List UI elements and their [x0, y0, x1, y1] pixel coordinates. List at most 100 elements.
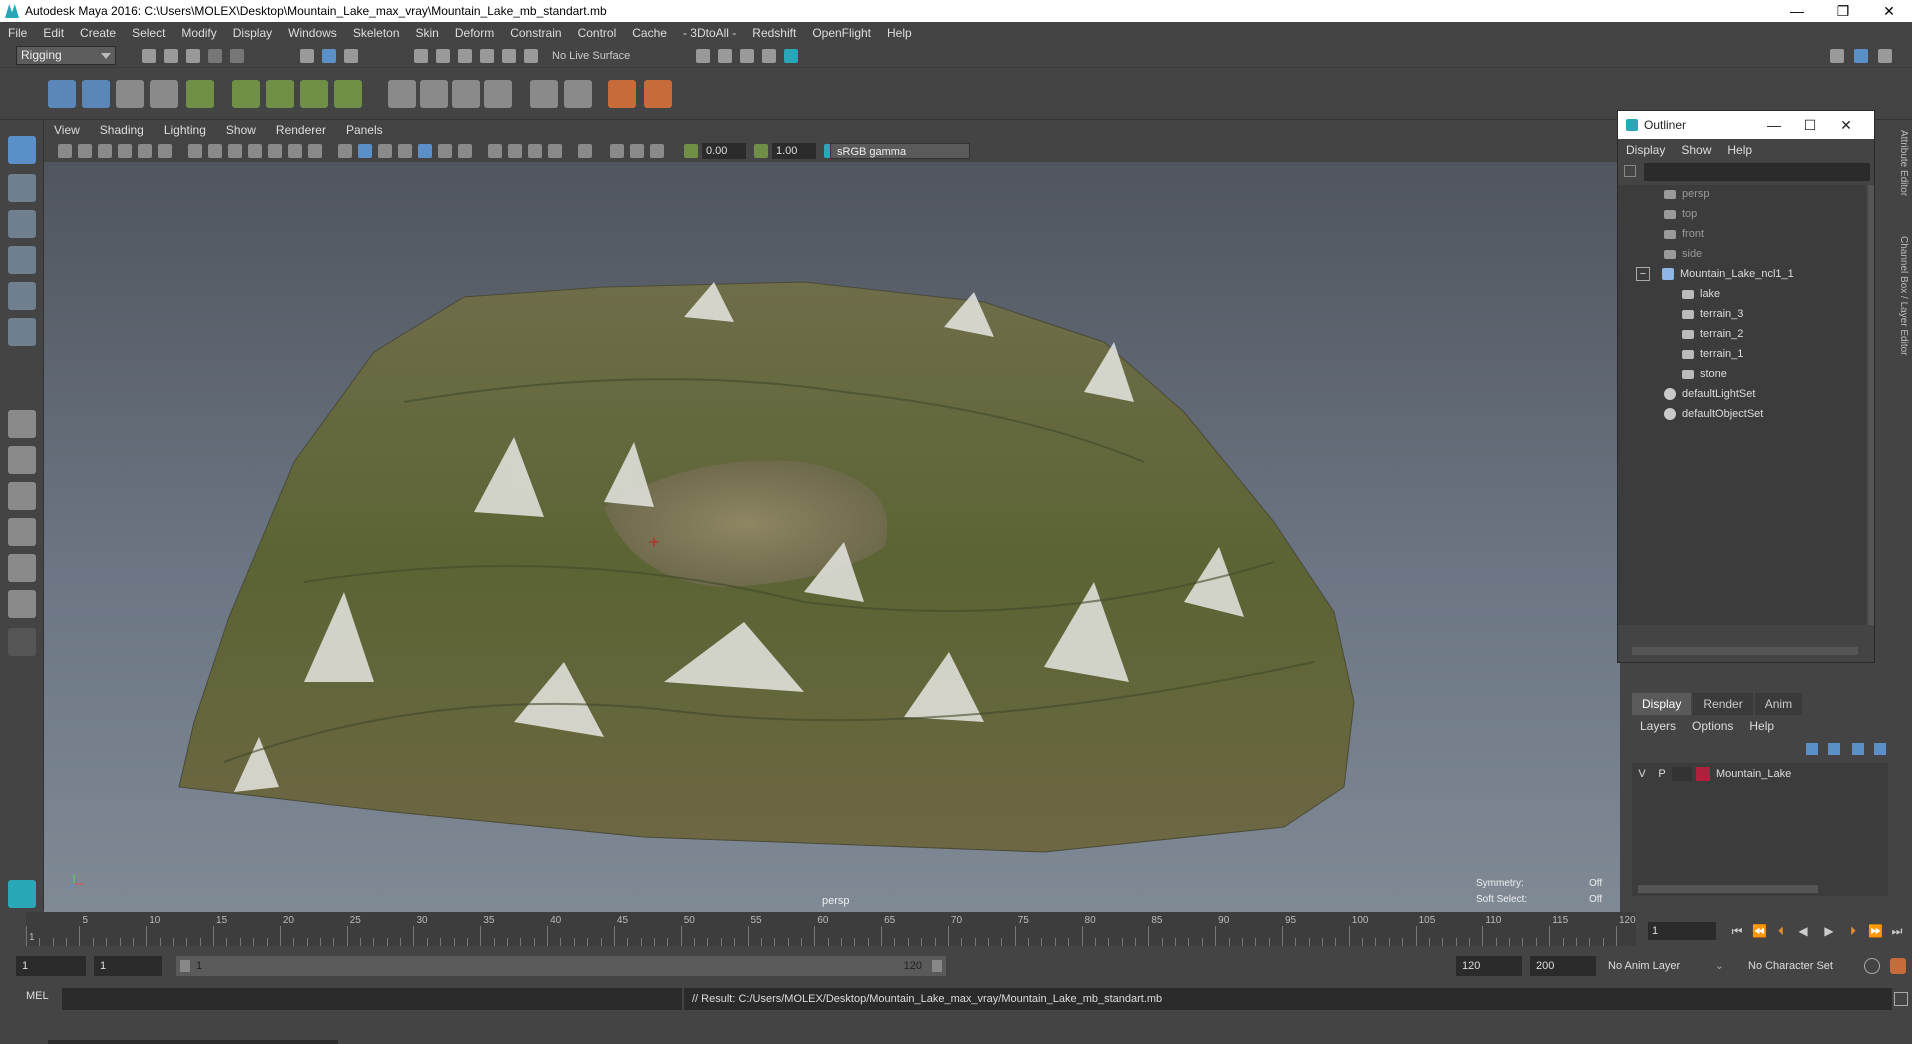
channel-box-toggle-icon[interactable] [1854, 49, 1868, 63]
3d-viewport[interactable]: persp Symmetry: Off Soft Select: Off [44, 162, 1620, 912]
layout-menu-icon[interactable] [8, 628, 36, 656]
wireframe-icon[interactable] [338, 144, 352, 158]
gate-mask-icon[interactable] [248, 144, 262, 158]
outliner-maximize-button[interactable]: ☐ [1792, 111, 1828, 139]
insert-joint-icon[interactable] [82, 80, 110, 108]
ipr-render-icon[interactable] [740, 49, 754, 63]
move-tool-icon[interactable] [8, 246, 36, 274]
gamma-field[interactable]: 1.00 [772, 143, 816, 159]
playback-start-field[interactable]: 1 [94, 956, 162, 976]
aim-constraint-icon[interactable] [452, 80, 480, 108]
textured-icon[interactable] [418, 144, 432, 158]
range-slider[interactable]: 1 120 [176, 956, 946, 976]
new-layer-icon[interactable] [1852, 743, 1864, 755]
outliner-item[interactable]: top [1664, 205, 1697, 223]
tab-display[interactable]: Display [1632, 693, 1692, 715]
lasso-tool-icon[interactable] [8, 174, 36, 202]
menu-cache[interactable]: Cache [624, 26, 675, 40]
lattice-icon[interactable] [300, 80, 328, 108]
snap-point-icon[interactable] [458, 49, 472, 63]
outliner-item[interactable]: defaultObjectSet [1664, 405, 1763, 423]
parent-constraint-icon[interactable] [608, 80, 636, 108]
paint-weights-icon[interactable] [564, 80, 592, 108]
panel-menu-renderer[interactable]: Renderer [266, 123, 336, 137]
menu-modify[interactable]: Modify [173, 26, 224, 40]
select-tool-icon[interactable] [8, 136, 36, 164]
render-frame-icon[interactable] [718, 49, 732, 63]
menu-skin[interactable]: Skin [408, 26, 447, 40]
resolution-gate-icon[interactable] [228, 144, 242, 158]
new-scene-icon[interactable] [142, 49, 156, 63]
modeling-toolkit-icon[interactable] [1830, 49, 1844, 63]
select-camera-icon[interactable] [58, 144, 72, 158]
range-start-handle[interactable] [180, 960, 190, 972]
xray-active-icon[interactable] [630, 144, 644, 158]
ik-handle-icon[interactable] [116, 80, 144, 108]
auto-key-icon[interactable] [1864, 958, 1880, 974]
layer-playback-toggle[interactable]: P [1652, 768, 1672, 780]
four-pane-layout-icon[interactable] [8, 446, 36, 474]
menu-3dtoall[interactable]: - 3DtoAll - [675, 26, 744, 40]
wireframe-on-shaded-icon[interactable] [398, 144, 412, 158]
safe-title-icon[interactable] [308, 144, 322, 158]
outliner-item[interactable]: terrain_1 [1682, 345, 1743, 363]
time-ruler[interactable]: 1 5 10 15 20 25 30 35 40 45 50 55 60 65 70 75 80 85 90 95 10… [26, 912, 1636, 946]
play-backwards-icon[interactable]: ◀ [1796, 924, 1810, 938]
point-constraint-icon[interactable] [420, 80, 448, 108]
step-back-frame-icon[interactable]: ⏪ [1752, 924, 1767, 938]
xray-icon[interactable] [610, 144, 624, 158]
outliner-menu-show[interactable]: Show [1673, 143, 1719, 157]
persp-graph-layout-icon[interactable] [8, 554, 36, 582]
collapse-toggle-icon[interactable]: − [1636, 267, 1650, 281]
render-settings-icon[interactable] [762, 49, 776, 63]
paint-select-icon[interactable] [8, 210, 36, 238]
tab-render[interactable]: Render [1693, 693, 1753, 715]
menu-create[interactable]: Create [72, 26, 124, 40]
locator-icon[interactable] [186, 80, 214, 108]
scale-constraint-icon[interactable] [644, 80, 672, 108]
save-scene-icon[interactable] [186, 49, 200, 63]
single-pane-layout-icon[interactable] [8, 410, 36, 438]
grease-pencil-icon[interactable] [158, 144, 172, 158]
script-editor-icon[interactable] [1894, 992, 1908, 1006]
outliner-item[interactable]: lake [1682, 285, 1720, 303]
menu-display[interactable]: Display [225, 26, 280, 40]
anim-layer-dropdown[interactable]: No Anim Layer ⌄ [1608, 956, 1726, 976]
layer-menu-help[interactable]: Help [1741, 719, 1782, 733]
layer-display-type[interactable] [1672, 767, 1692, 781]
field-chart-icon[interactable] [268, 144, 282, 158]
outliner-vertical-scrollbar[interactable] [1868, 185, 1874, 625]
side-by-side-layout-icon[interactable] [8, 482, 36, 510]
menu-edit[interactable]: Edit [35, 26, 72, 40]
close-button[interactable]: ✕ [1866, 0, 1912, 22]
outliner-item[interactable]: terrain_2 [1682, 325, 1743, 343]
go-to-start-icon[interactable]: ⏮ [1730, 924, 1744, 938]
animation-end-field[interactable]: 200 [1530, 956, 1596, 976]
two-d-pan-icon[interactable] [138, 144, 152, 158]
attribute-editor-tab[interactable]: Attribute Editor [1898, 130, 1909, 196]
command-input[interactable] [62, 988, 682, 1010]
snap-grid-icon[interactable] [414, 49, 428, 63]
play-forwards-icon[interactable]: ▶ [1822, 924, 1836, 938]
use-all-lights-icon[interactable] [438, 144, 452, 158]
create-joints-icon[interactable] [48, 80, 76, 108]
new-layer-selected-icon[interactable] [1874, 743, 1886, 755]
go-to-end-icon[interactable]: ⏭ [1890, 924, 1904, 938]
range-end-handle[interactable] [932, 960, 942, 972]
wire-deformer-icon[interactable] [334, 80, 362, 108]
animation-preferences-icon[interactable] [1890, 958, 1906, 974]
channel-box-tab[interactable]: Channel Box / Layer Editor [1898, 236, 1909, 356]
motion-blur-icon[interactable] [508, 144, 522, 158]
menu-redshift[interactable]: Redshift [744, 26, 804, 40]
menu-deform[interactable]: Deform [447, 26, 502, 40]
snap-vertex-icon[interactable] [524, 49, 538, 63]
isolate-select-icon[interactable] [578, 144, 592, 158]
outliner-menu-display[interactable]: Display [1618, 143, 1673, 157]
exposure-icon[interactable] [684, 144, 698, 158]
smooth-shade-icon[interactable] [358, 144, 372, 158]
cluster-icon[interactable] [232, 80, 260, 108]
menu-skeleton[interactable]: Skeleton [345, 26, 408, 40]
layer-menu-options[interactable]: Options [1684, 719, 1741, 733]
hypershade-icon[interactable] [784, 49, 798, 63]
tool-settings-icon[interactable] [1878, 49, 1892, 63]
